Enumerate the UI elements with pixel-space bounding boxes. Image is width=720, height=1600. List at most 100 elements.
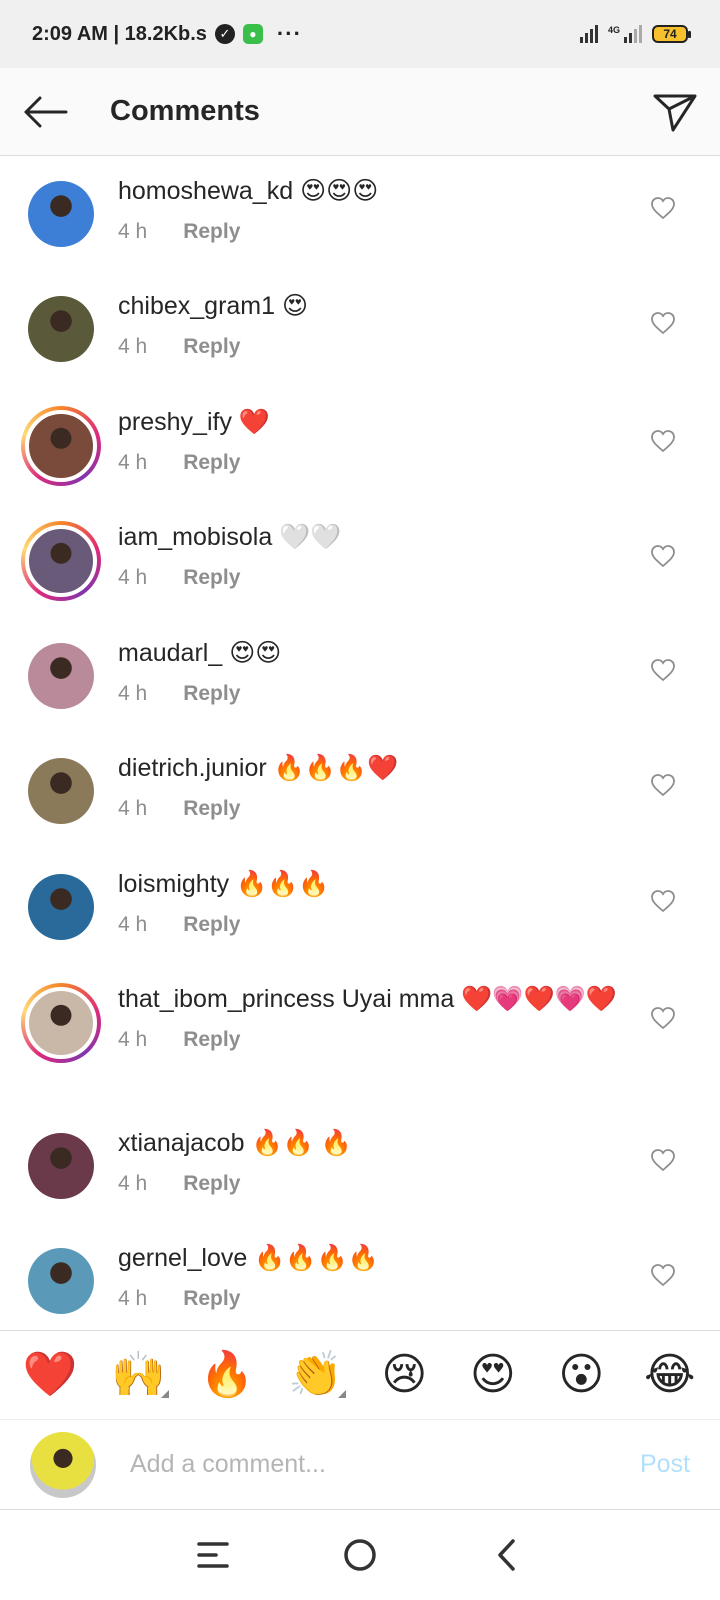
comment-body: homoshewa_kd 😍😍😍 4 h Reply xyxy=(118,175,720,250)
reply-button[interactable]: Reply xyxy=(183,1287,240,1311)
comment-message: 😍😍 xyxy=(229,639,282,667)
comment-text: maudarl_ 😍😍 xyxy=(118,637,620,670)
emoji-reaction-button[interactable]: 😮 xyxy=(545,1350,617,1400)
comment-message: 🔥🔥🔥 xyxy=(236,870,330,898)
comment-message: 🔥🔥 🔥 xyxy=(251,1129,352,1157)
comment-username[interactable]: that_ibom_princess xyxy=(118,985,335,1013)
comment-username[interactable]: xtianajacob xyxy=(118,1129,244,1157)
comment-username[interactable]: homoshewa_kd xyxy=(118,177,293,205)
comment-message: 🤍🤍 xyxy=(279,523,342,551)
comment-meta: 4 h Reply xyxy=(118,1281,620,1317)
like-button[interactable] xyxy=(648,1003,678,1033)
post-button[interactable]: Post xyxy=(630,1450,690,1479)
avatar-wrap[interactable] xyxy=(28,1133,94,1199)
avatar-story-ring[interactable] xyxy=(21,521,101,601)
comment-username[interactable]: preshy_ify xyxy=(118,408,232,436)
avatar-wrap[interactable] xyxy=(28,1248,94,1314)
comment-body: dietrich.junior 🔥🔥🔥❤️ 4 h Reply xyxy=(118,752,720,827)
reply-button[interactable]: Reply xyxy=(183,220,240,244)
circle-icon xyxy=(344,1539,376,1571)
comment-row: gernel_love 🔥🔥🔥🔥 4 h Reply xyxy=(0,1224,720,1330)
like-button[interactable] xyxy=(648,886,678,916)
comment-row: loismighty 🔥🔥🔥 4 h Reply xyxy=(0,850,720,965)
reply-button[interactable]: Reply xyxy=(183,1028,240,1052)
reply-button[interactable]: Reply xyxy=(183,1172,240,1196)
comment-row: chibex_gram1 😍 4 h Reply xyxy=(0,272,720,388)
share-button[interactable] xyxy=(630,68,720,156)
reply-button[interactable]: Reply xyxy=(183,913,240,937)
emoji-reaction-button[interactable]: 👏 xyxy=(280,1350,352,1400)
more-notifications-icon: ··· xyxy=(276,21,302,46)
comment-message: ❤️ xyxy=(238,408,271,436)
reply-button[interactable]: Reply xyxy=(183,682,240,706)
paper-plane-icon xyxy=(653,94,697,131)
comment-text: xtianajacob 🔥🔥 🔥 xyxy=(118,1127,620,1160)
avatar xyxy=(28,874,94,940)
comment-text: loismighty 🔥🔥🔥 xyxy=(118,868,620,901)
reply-button[interactable]: Reply xyxy=(183,797,240,821)
avatar-wrap[interactable] xyxy=(28,643,94,709)
status-time-speed: 2:09 AM | 18.2Kb.s xyxy=(32,22,207,45)
comment-time: 4 h xyxy=(118,682,148,705)
comment-meta: 4 h Reply xyxy=(118,1022,620,1058)
reply-button[interactable]: Reply xyxy=(183,451,240,475)
like-button[interactable] xyxy=(648,1260,678,1290)
recent-apps-button[interactable] xyxy=(183,1525,243,1585)
comment-username[interactable]: gernel_love xyxy=(118,1244,247,1272)
system-nav-bar xyxy=(0,1510,720,1600)
avatar-story-ring[interactable] xyxy=(21,406,101,486)
home-button[interactable] xyxy=(330,1525,390,1585)
emoji-reaction-button[interactable]: 🔥 xyxy=(191,1350,263,1400)
avatar-story-ring[interactable] xyxy=(21,983,101,1063)
comment-time: 4 h xyxy=(118,1287,148,1310)
comment-message: 😍😍😍 xyxy=(300,177,379,205)
emoji-reaction-button[interactable]: 😢 xyxy=(368,1350,440,1400)
comment-time: 4 h xyxy=(118,1172,148,1195)
comment-text: that_ibom_princess Uyai mma ❤️💗❤️💗❤️ xyxy=(118,983,620,1016)
emoji-reaction-button[interactable]: 🙌 xyxy=(103,1350,175,1400)
battery-level: 74 xyxy=(663,27,677,41)
like-button[interactable] xyxy=(648,541,678,571)
like-button[interactable] xyxy=(648,193,678,223)
comment-body: xtianajacob 🔥🔥 🔥 4 h Reply xyxy=(118,1127,720,1202)
comment-message: 😍 xyxy=(281,292,309,320)
avatar-wrap[interactable] xyxy=(28,296,94,362)
avatar-wrap[interactable] xyxy=(28,181,94,247)
arrow-left-icon xyxy=(24,96,68,127)
like-button[interactable] xyxy=(648,1145,678,1175)
comment-input[interactable] xyxy=(130,1450,630,1479)
reply-button[interactable]: Reply xyxy=(183,335,240,359)
back-nav-button[interactable] xyxy=(477,1525,537,1585)
comment-body: iam_mobisola 🤍🤍 4 h Reply xyxy=(118,521,720,596)
reply-button[interactable]: Reply xyxy=(183,566,240,590)
like-button[interactable] xyxy=(648,655,678,685)
emoji-reaction-button[interactable]: 😂 xyxy=(634,1350,706,1400)
like-button[interactable] xyxy=(648,426,678,456)
comment-body: that_ibom_princess Uyai mma ❤️💗❤️💗❤️ 4 h R… xyxy=(118,983,720,1058)
verified-check-icon: ✓ xyxy=(214,24,235,44)
comment-time: 4 h xyxy=(118,220,148,243)
comment-time: 4 h xyxy=(118,913,148,936)
heart-outline-icon xyxy=(651,1007,675,1030)
status-right: 4G 74 xyxy=(579,25,691,43)
menu-icon xyxy=(197,1542,230,1568)
comment-username[interactable]: dietrich.junior xyxy=(118,754,267,782)
back-button[interactable] xyxy=(0,68,90,156)
like-button[interactable] xyxy=(648,308,678,338)
like-button[interactable] xyxy=(648,770,678,800)
comment-row: homoshewa_kd 😍😍😍 4 h Reply xyxy=(0,157,720,272)
comment-username[interactable]: iam_mobisola xyxy=(118,523,272,551)
emoji-reaction-button[interactable]: 😍 xyxy=(457,1350,529,1400)
comments-list: homoshewa_kd 😍😍😍 4 h Reply chibex_gram1 😍 4 … xyxy=(0,157,720,1330)
comment-username[interactable]: loismighty xyxy=(118,870,229,898)
comment-meta: 4 h Reply xyxy=(118,676,620,712)
comment-body: maudarl_ 😍😍 4 h Reply xyxy=(118,637,720,712)
emoji-reaction-button[interactable]: ❤️ xyxy=(14,1350,86,1400)
network-type-label: 4G xyxy=(607,25,620,35)
comment-username[interactable]: maudarl_ xyxy=(118,639,222,667)
comment-username[interactable]: chibex_gram1 xyxy=(118,292,275,320)
avatar xyxy=(28,181,94,247)
avatar-wrap[interactable] xyxy=(28,874,94,940)
signal-2-icon xyxy=(624,25,642,43)
avatar-wrap[interactable] xyxy=(28,758,94,824)
